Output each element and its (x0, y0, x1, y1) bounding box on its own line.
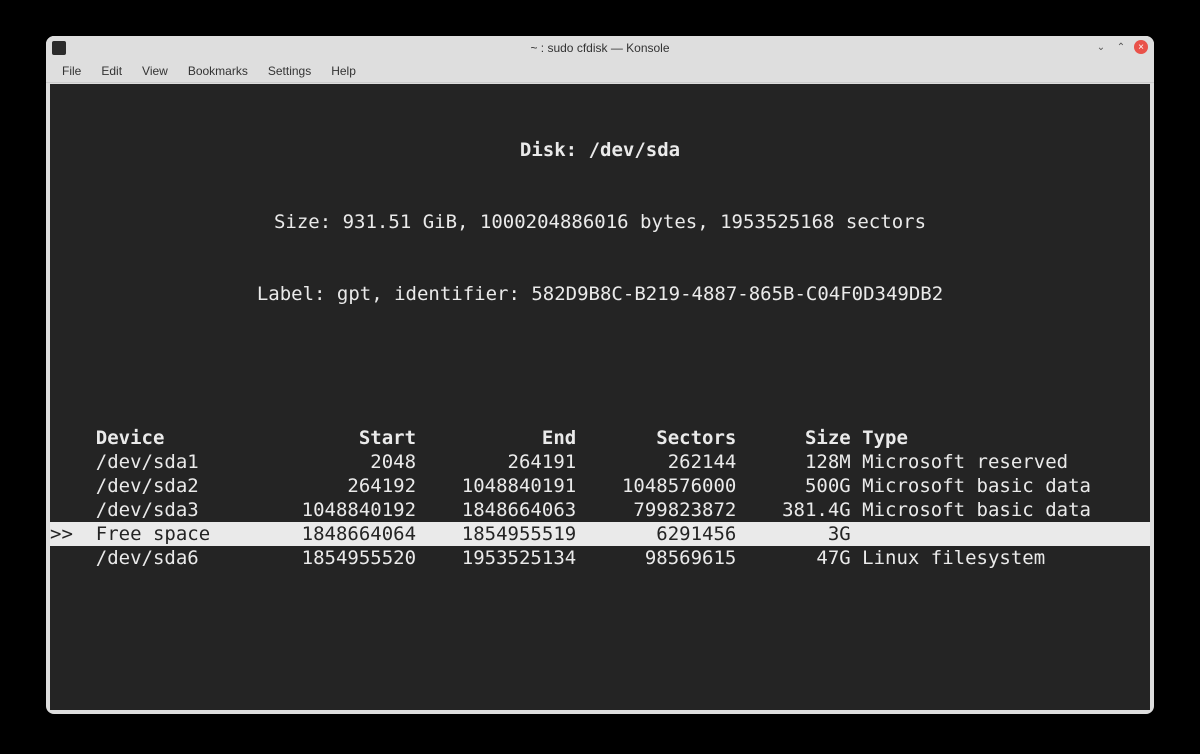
table-header-row: Device Start End Sectors Size Type (50, 426, 1150, 450)
menu-edit[interactable]: Edit (91, 62, 132, 80)
table-row[interactable]: /dev/sda1 2048 264191 262144 128M Micros… (50, 450, 1150, 474)
table-row[interactable]: /dev/sda6 1854955520 1953525134 98569615… (50, 546, 1150, 570)
window-titlebar: ~ : sudo cfdisk — Konsole ⌄ ⌃ × (46, 36, 1154, 60)
table-row[interactable]: /dev/sda3 1048840192 1848664063 79982387… (50, 498, 1150, 522)
partition-table: Device Start End Sectors Size Type /dev/… (50, 426, 1150, 570)
terminal-viewport[interactable]: Disk: /dev/sda Size: 931.51 GiB, 1000204… (50, 84, 1150, 710)
spacer (50, 642, 1150, 710)
blank-line (50, 354, 1150, 378)
disk-path: /dev/sda (589, 139, 681, 161)
disk-header: Disk: /dev/sda (50, 138, 1150, 162)
disk-size-line: Size: 931.51 GiB, 1000204886016 bytes, 1… (50, 210, 1150, 234)
window-controls: ⌄ ⌃ × (1094, 40, 1148, 54)
menu-help[interactable]: Help (321, 62, 366, 80)
window-title: ~ : sudo cfdisk — Konsole (46, 41, 1154, 55)
app-icon (52, 41, 66, 55)
menu-view[interactable]: View (132, 62, 178, 80)
table-row[interactable]: >> Free space 1848664064 1854955519 6291… (50, 522, 1150, 546)
maximize-button[interactable]: ⌃ (1114, 40, 1128, 54)
menu-bookmarks[interactable]: Bookmarks (178, 62, 258, 80)
menubar: File Edit View Bookmarks Settings Help (46, 60, 1154, 83)
konsole-window: ~ : sudo cfdisk — Konsole ⌄ ⌃ × File Edi… (46, 36, 1154, 714)
close-button[interactable]: × (1134, 40, 1148, 54)
disk-label-line: Label: gpt, identifier: 582D9B8C-B219-48… (50, 282, 1150, 306)
minimize-button[interactable]: ⌄ (1094, 40, 1108, 54)
disk-label: Disk: (520, 139, 589, 161)
menu-settings[interactable]: Settings (258, 62, 321, 80)
menu-file[interactable]: File (52, 62, 91, 80)
table-row[interactable]: /dev/sda2 264192 1048840191 1048576000 5… (50, 474, 1150, 498)
